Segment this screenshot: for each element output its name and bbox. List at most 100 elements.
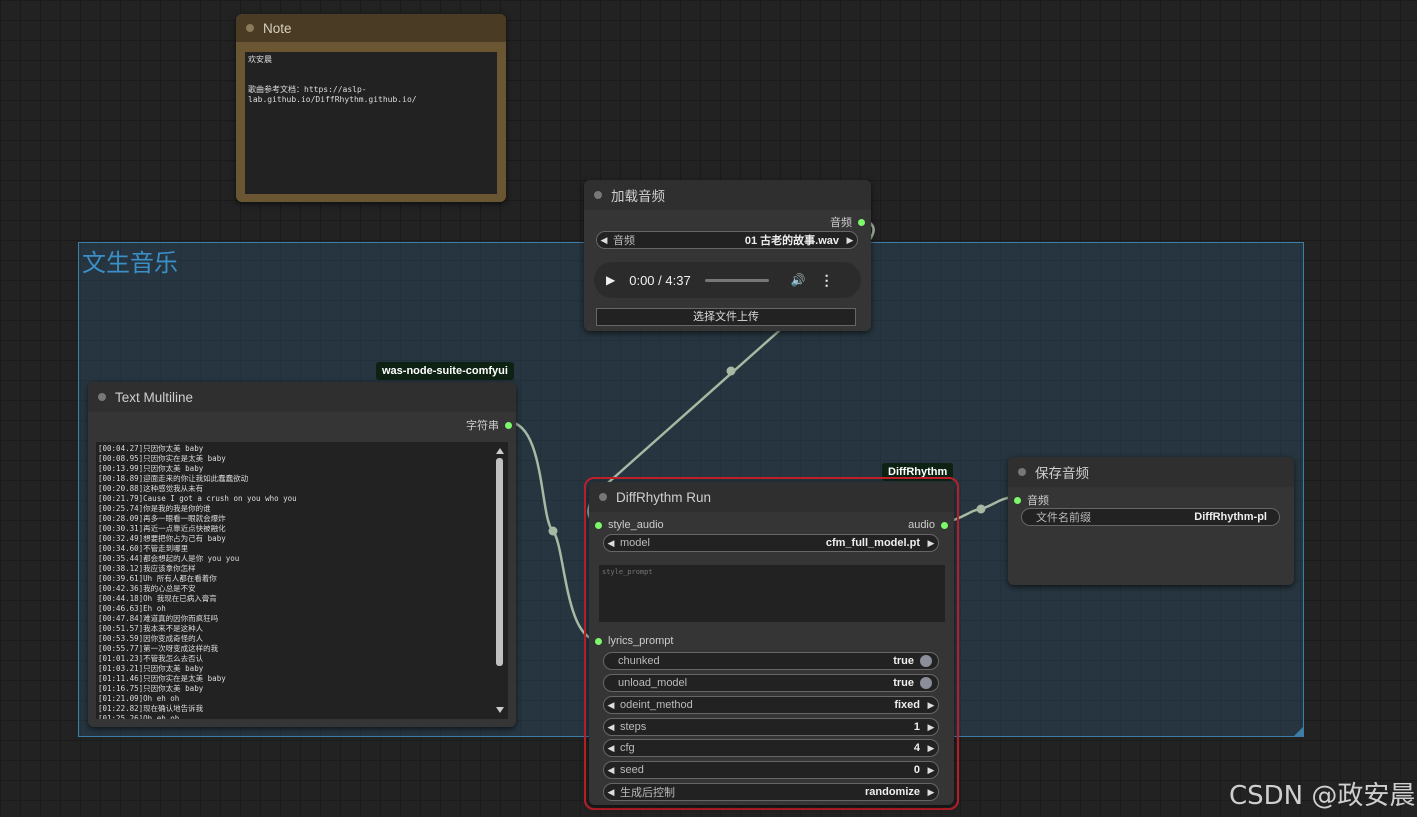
widget-value: randomize — [864, 786, 920, 798]
scroll-down-icon[interactable] — [496, 707, 504, 713]
lyrics-line: [00:25.74]你是我的我是你的谁 — [98, 504, 211, 513]
output-slot-audio[interactable]: audio — [908, 519, 948, 531]
note-line: 欢安晨 — [248, 55, 272, 64]
widget-name: chunked — [618, 655, 660, 667]
output-dot[interactable] — [858, 218, 865, 226]
widget-name: 生成后控制 — [620, 787, 675, 799]
group-title[interactable]: 文生音乐 — [82, 243, 178, 278]
note-collapse-dot[interactable] — [246, 24, 254, 32]
scrollbar-thumb[interactable] — [496, 458, 503, 666]
widget-name: seed — [620, 764, 644, 776]
arrow-left-icon[interactable]: ◀ — [604, 538, 618, 549]
lyrics-line: [00:42.36]我的心总是不安 — [98, 584, 196, 593]
input-dot[interactable] — [1014, 496, 1021, 504]
arrow-right-icon[interactable]: ▶ — [924, 700, 938, 711]
widget-name: cfg — [620, 742, 635, 754]
widget-name: steps — [620, 721, 647, 733]
arrow-left-icon[interactable]: ◀ — [604, 743, 618, 754]
diffrhythm-run-node[interactable]: DiffRhythm Run style_audio audio ◀ model… — [589, 482, 954, 805]
arrow-right-icon[interactable]: ▶ — [843, 235, 857, 246]
arrow-right-icon[interactable]: ▶ — [924, 538, 938, 549]
diffrhythm-title-bar[interactable]: DiffRhythm Run — [589, 482, 954, 512]
volume-icon[interactable]: 🔊 — [791, 273, 806, 287]
lyrics-line: [00:38.12]我应该拿你怎样 — [98, 564, 196, 573]
unload-model-toggle[interactable]: unload_model true — [603, 674, 939, 692]
progress-bar[interactable] — [704, 278, 769, 282]
input-slot-lyrics-prompt[interactable]: lyrics_prompt — [595, 635, 673, 647]
steps-number[interactable]: ◀ steps 1 ▶ — [603, 718, 939, 736]
text-multiline-title-bar[interactable]: Text Multiline — [88, 382, 516, 412]
play-icon[interactable]: ▶ — [606, 273, 615, 287]
note-line — [248, 65, 494, 75]
load-audio-node[interactable]: 加载音频 音频 ◀ 音频 01 古老的故事.wav ▶ ▶ 0:00 / 4:3… — [584, 180, 871, 331]
collapse-dot[interactable] — [594, 191, 602, 199]
toggle-knob-icon[interactable] — [920, 677, 932, 689]
chunked-toggle[interactable]: chunked true — [603, 652, 939, 670]
collapse-dot[interactable] — [98, 393, 106, 401]
text-multiline-badge: was-node-suite-comfyui — [376, 362, 514, 380]
collapse-dot[interactable] — [599, 493, 607, 501]
save-audio-node[interactable]: 保存音频 音频 文件名前缀 DiffRhythm-pl — [1008, 457, 1294, 585]
note-title-bar[interactable]: Note — [236, 14, 506, 42]
arrow-right-icon[interactable]: ▶ — [924, 787, 938, 798]
arrow-left-icon[interactable]: ◀ — [604, 700, 618, 711]
widget-value: DiffRhythm-pl — [1194, 511, 1267, 523]
output-dot[interactable] — [505, 421, 512, 429]
model-combo[interactable]: ◀ model cfm_full_model.pt ▶ — [603, 534, 939, 552]
lyrics-line: [01:21.09]Oh eh oh — [98, 694, 180, 703]
text-multiline-node[interactable]: Text Multiline 字符串 [00:04.27]只因你太美 baby[… — [88, 382, 516, 727]
seed-number[interactable]: ◀ seed 0 ▶ — [603, 761, 939, 779]
toggle-knob-icon[interactable] — [920, 655, 932, 667]
control-after-generate-combo[interactable]: ◀ 生成后控制 randomize ▶ — [603, 783, 939, 801]
lyrics-line: [00:47.84]难道真的因你而疯狂吗 — [98, 614, 219, 623]
style-prompt-textarea[interactable]: style_prompt — [599, 565, 945, 622]
output-dot[interactable] — [941, 521, 948, 529]
input-slot-audio[interactable]: 音频 — [1014, 492, 1049, 508]
lyrics-line: [00:30.31]再近一点靠近点快被融化 — [98, 524, 226, 533]
arrow-right-icon[interactable]: ▶ — [924, 722, 938, 733]
lyrics-line: [00:32.49]想要把你占为己有 baby — [98, 534, 226, 543]
input-dot[interactable] — [595, 521, 602, 529]
input-slot-style-audio[interactable]: style_audio — [595, 519, 664, 531]
player-time: 0:00 / 4:37 — [629, 272, 691, 288]
lyrics-line: [00:53.59]因你变成奇怪的人 — [98, 634, 204, 643]
lyrics-line: [01:16.75]只因你太美 baby — [98, 684, 204, 693]
collapse-dot[interactable] — [1018, 468, 1026, 476]
scrollbar[interactable] — [496, 448, 504, 713]
note-text-area[interactable]: 欢安晨 歌曲参考文档：https://aslp- lab.github.io/D… — [245, 52, 497, 194]
audio-player[interactable]: ▶ 0:00 / 4:37 🔊 ⋮ — [594, 262, 861, 298]
arrow-left-icon[interactable]: ◀ — [604, 787, 618, 798]
output-slot-string[interactable]: 字符串 — [466, 417, 512, 433]
arrow-left-icon[interactable]: ◀ — [604, 722, 618, 733]
group-resize-handle[interactable] — [1294, 727, 1303, 736]
widget-name: model — [620, 537, 650, 549]
output-label: 音频 — [830, 217, 852, 229]
audio-file-combo[interactable]: ◀ 音频 01 古老的故事.wav ▶ — [596, 231, 858, 249]
widget-value: 1 — [913, 721, 920, 733]
more-options-icon[interactable]: ⋮ — [820, 272, 834, 289]
input-dot[interactable] — [595, 637, 602, 645]
lyrics-line: [01:25.26]Oh eh oh — [98, 714, 180, 719]
arrow-right-icon[interactable]: ▶ — [924, 765, 938, 776]
lyrics-text-area[interactable]: [00:04.27]只因你太美 baby [00:08.95]只因你实在是太美 b… — [96, 442, 508, 719]
lyrics-line: [00:04.27]只因你太美 baby — [98, 444, 204, 453]
upload-button[interactable]: 选择文件上传 — [596, 308, 856, 326]
note-title: Note — [263, 20, 292, 36]
note-node[interactable]: Note 欢安晨 歌曲参考文档：https://aslp- lab.github… — [236, 14, 506, 202]
cfg-number[interactable]: ◀ cfg 4 ▶ — [603, 739, 939, 757]
save-audio-title: 保存音频 — [1035, 466, 1089, 481]
filename-prefix-input[interactable]: 文件名前缀 DiffRhythm-pl — [1021, 508, 1280, 526]
scroll-up-icon[interactable] — [496, 448, 504, 454]
widget-value: 4 — [913, 742, 920, 754]
lyrics-line: [00:44.18]Oh 我现在已病入膏肓 — [98, 594, 217, 603]
note-line: lab.github.io/DiffRhythm.github.io/ — [248, 95, 417, 104]
arrow-right-icon[interactable]: ▶ — [924, 743, 938, 754]
widget-value: 01 古老的故事.wav — [744, 235, 839, 247]
lyrics-line: [00:46.63]Eh oh — [98, 604, 166, 613]
save-audio-title-bar[interactable]: 保存音频 — [1008, 457, 1294, 487]
output-slot-audio[interactable]: 音频 — [830, 214, 865, 230]
arrow-left-icon[interactable]: ◀ — [604, 765, 618, 776]
arrow-left-icon[interactable]: ◀ — [597, 235, 611, 246]
odeint-method-combo[interactable]: ◀ odeint_method fixed ▶ — [603, 696, 939, 714]
load-audio-title-bar[interactable]: 加载音频 — [584, 180, 871, 210]
